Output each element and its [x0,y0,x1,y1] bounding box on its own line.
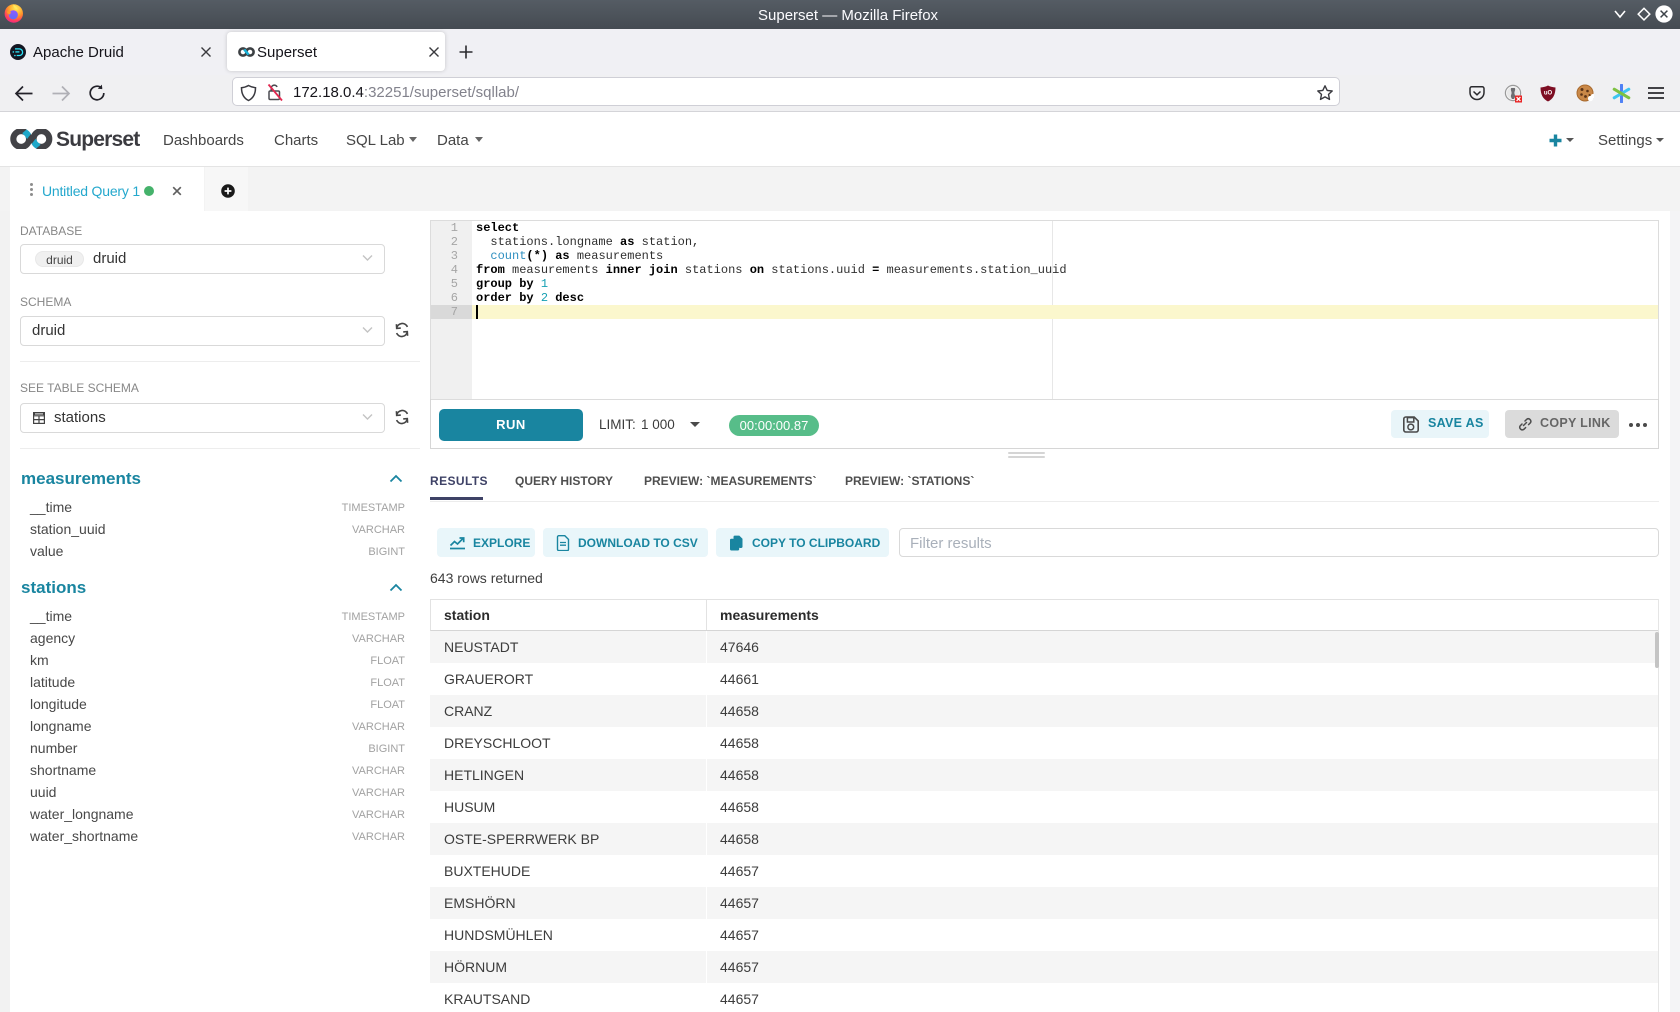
svg-text:uO: uO [1544,91,1553,97]
